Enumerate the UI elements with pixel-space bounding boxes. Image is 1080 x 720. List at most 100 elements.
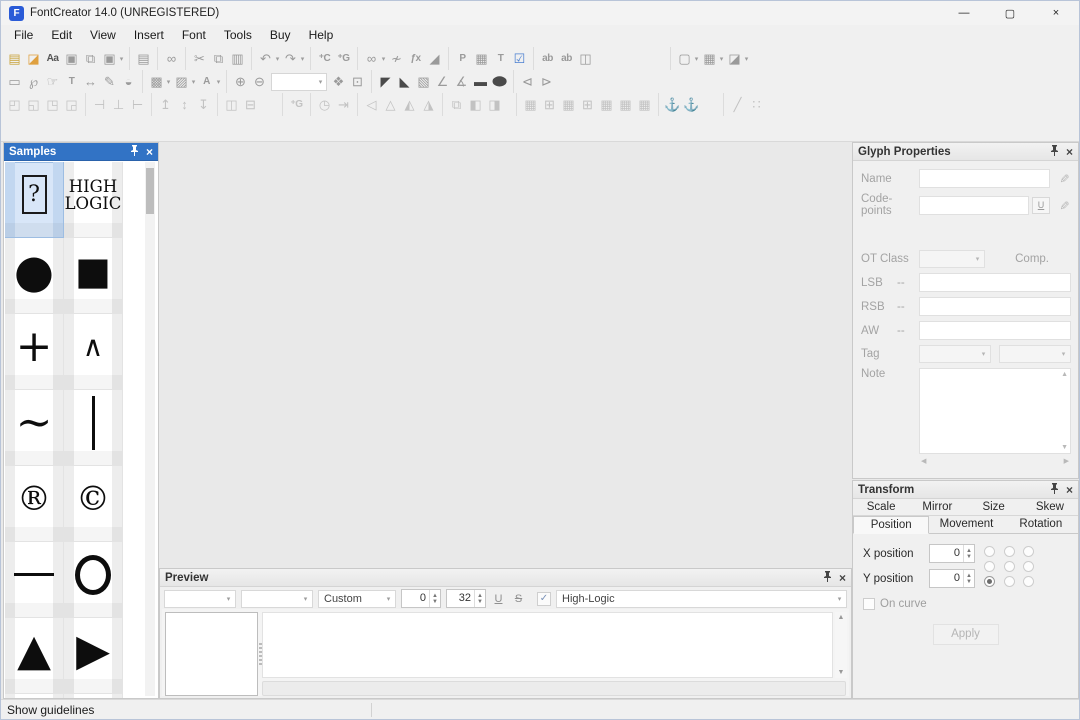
preview-vscrollbar[interactable]: ▲▼ [835,612,847,678]
menu-item-file[interactable]: File [5,26,42,44]
close-button[interactable]: × [1033,1,1079,25]
nav-back-button[interactable]: ⊲ [518,72,537,91]
grid-lock-2-button[interactable]: ▦ [635,95,654,114]
make-composite-button-dropdown[interactable]: ▾ [380,55,387,63]
grid-fit-button[interactable]: ▦ [521,95,540,114]
properties-settings-button[interactable]: P [453,49,472,68]
zoom-fit-button[interactable]: ❖ [329,72,348,91]
measure-tool[interactable]: ↔ [81,72,100,91]
spin-down-icon[interactable]: ▼ [966,579,972,585]
redo-button[interactable]: ↷ [281,49,300,68]
rsb-input[interactable] [919,297,1071,316]
menu-item-help[interactable]: Help [300,26,343,44]
paste-button[interactable]: ▥ [228,49,247,68]
edit-metrics-button[interactable]: ▦ [472,49,491,68]
hatch-style-button[interactable]: ▨ [172,72,191,91]
points-display-button[interactable]: ∷ [747,95,766,114]
pin-icon[interactable] [130,145,139,159]
transform-history-button[interactable]: ◷ [315,95,334,114]
nav-forward-button[interactable]: ⊳ [537,72,556,91]
find-text-button[interactable]: ab [538,49,557,68]
find-button[interactable]: ∞ [162,49,181,68]
rotate-left-button[interactable]: ◭ [400,95,419,114]
menu-item-insert[interactable]: Insert [125,26,173,44]
pin-icon[interactable] [1050,145,1059,159]
menu-item-buy[interactable]: Buy [261,26,300,44]
zoom-region-button[interactable]: ⊡ [348,72,367,91]
grid-lock-button[interactable]: ▦ [597,95,616,114]
draw-point-button[interactable]: ∡ [452,72,471,91]
sample-notdef[interactable]: ? [5,162,64,238]
intersect-contours-button[interactable]: ◧ [466,95,485,114]
aw-input[interactable] [919,321,1071,340]
scroll-down-icon[interactable]: ▼ [1061,444,1068,451]
align-bottom-v-button[interactable]: ↧ [194,95,213,114]
undo-button-dropdown[interactable]: ▾ [274,55,281,63]
close-icon[interactable]: × [1066,483,1073,497]
underline-toggle[interactable]: U [491,593,506,605]
cut-button[interactable]: ✂ [190,49,209,68]
preview-style-select[interactable]: Custom▾ [318,590,396,608]
sample-tilde[interactable]: ∼ [5,390,64,466]
name-input[interactable] [919,169,1050,188]
sample-filled-circle[interactable]: ● [5,238,64,314]
grid-rotate-button[interactable]: ⊞ [540,95,559,114]
pin-icon[interactable] [1050,483,1059,497]
codepoints-input[interactable] [919,196,1029,215]
anchor-radio-1[interactable] [1004,546,1015,557]
anchor-radio-0[interactable] [984,546,995,557]
transform-tab-movement[interactable]: Movement [929,516,1003,534]
on-curve-checkbox[interactable] [863,598,875,610]
spin-down-icon[interactable]: ▼ [966,554,972,560]
sample-circle-outline[interactable] [64,542,123,618]
rect-select-tool[interactable]: ▭ [5,72,24,91]
new-font-button[interactable]: ▤ [5,49,24,68]
sample-triangle-down[interactable]: ▼ [5,694,64,698]
menu-item-view[interactable]: View [81,26,125,44]
note-hscrollbar[interactable]: ◀ ▶ [919,455,1071,466]
preview-subfamily-select[interactable]: ▾ [241,590,313,608]
transform-tab-rotation[interactable]: Rotation [1004,516,1078,534]
x-position-spinner[interactable]: 0 ▲▼ [929,544,975,563]
font-properties-button[interactable]: Aa [43,49,62,68]
menu-item-edit[interactable]: Edit [42,26,81,44]
sample-triangle-up[interactable]: ▲ [5,618,64,694]
label-color-button-dropdown[interactable]: ▾ [215,78,222,86]
hand-tool[interactable]: ☞ [43,72,62,91]
rotate-right-button[interactable]: ◮ [419,95,438,114]
export-font-button-dropdown[interactable]: ▾ [743,55,750,63]
transform-tab-mirror[interactable]: Mirror [909,499,965,516]
transform-tab-skew[interactable]: Skew [1022,499,1078,516]
scroll-up-icon[interactable]: ▲ [1061,371,1068,378]
tag-select-2[interactable]: ▾ [999,345,1071,363]
sample-copyright-sign[interactable]: © [64,466,123,542]
glyph-group-button[interactable]: ⁺G [287,95,306,114]
wand-icon[interactable]: ✎ [1054,197,1071,214]
transform-tab-scale[interactable]: Scale [853,499,909,516]
preview-font-select[interactable]: ▾ [164,590,236,608]
hatch-style-button-dropdown[interactable]: ▾ [190,78,197,86]
flip-horizontal-button[interactable]: ◁ [362,95,381,114]
anchor-radio-4[interactable] [1004,561,1015,572]
point-mode-button[interactable]: ◣ [395,72,414,91]
save-as-button-dropdown[interactable]: ▾ [118,55,125,63]
import-text-button[interactable]: T [491,49,510,68]
copy-button[interactable]: ⧉ [209,49,228,68]
import-image-button[interactable]: ▩ [147,72,166,91]
align-center-h-button[interactable]: ◱ [24,95,43,114]
add-glyphs-button[interactable]: ⁺G [334,49,353,68]
preview-size-spinner[interactable]: 32 ▲▼ [446,589,486,608]
glyph-overview-button-dropdown[interactable]: ▾ [718,55,725,63]
unicode-picker-button[interactable]: U [1032,197,1050,214]
grid-snap-button[interactable]: ▦ [559,95,578,114]
sample-triangle-left[interactable]: ◀ [64,694,123,698]
distribute-left-button[interactable]: ⊣ [90,95,109,114]
anchor-radio-3[interactable] [984,561,995,572]
center-glyph-v-button[interactable]: ⊟ [241,95,260,114]
pin-icon[interactable] [823,571,832,585]
minimize-button[interactable]: — [941,1,987,25]
y-position-spinner[interactable]: 0 ▲▼ [929,569,975,588]
preview-checkbox[interactable]: ✓ [537,592,551,606]
anchor-radio-2[interactable] [1023,546,1034,557]
center-glyph-h-button[interactable]: ◫ [222,95,241,114]
